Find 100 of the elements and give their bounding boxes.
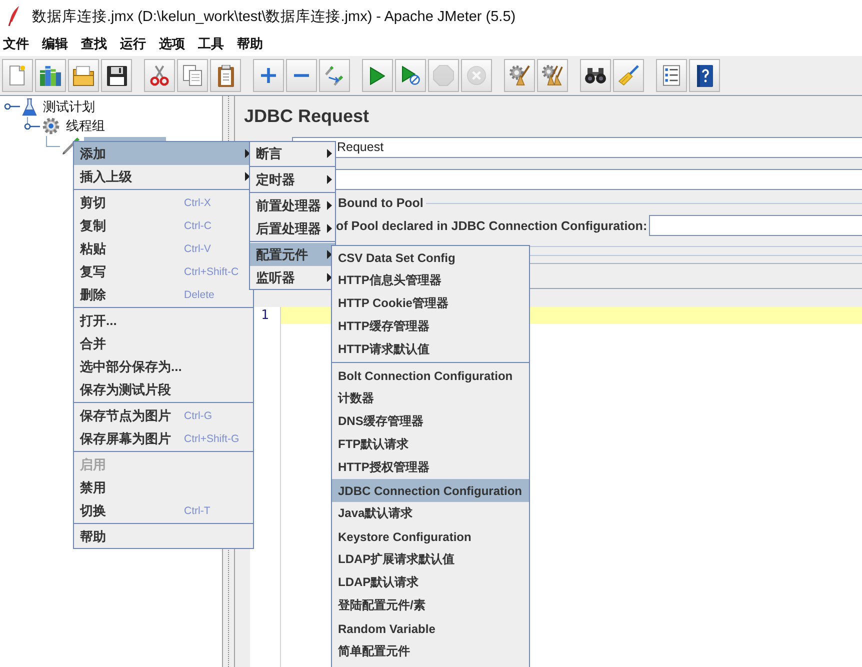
toggle-button[interactable] (319, 59, 350, 92)
copy-button[interactable] (177, 59, 208, 92)
menu-item[interactable]: Keystore Configuration (332, 525, 529, 548)
menu-item[interactable]: 复写 Ctrl+Shift-C (74, 260, 253, 283)
window-title: 数据库连接.jmx (D:\kelun_work\test\数据库连接.jmx) - Apache JMeter (5.5) (32, 8, 516, 26)
plus-icon (261, 68, 276, 83)
menu-bar-item[interactable]: 选项 (159, 35, 185, 53)
play-slash-icon (402, 66, 420, 85)
play-icon (370, 66, 385, 84)
menu-item[interactable]: 复制 Ctrl-C (74, 214, 253, 237)
menu-bar-item[interactable]: 帮助 (237, 35, 263, 53)
menu-item[interactable]: 保存为测试片段 (74, 378, 253, 401)
templates-button[interactable] (35, 59, 66, 92)
clear-button[interactable] (504, 59, 535, 92)
menu-item[interactable]: 计数器 (332, 387, 529, 410)
stop-sign-icon (433, 65, 454, 86)
menu-item[interactable]: LDAP默认请求 (332, 571, 529, 594)
menu-item[interactable]: Random Variable (332, 617, 529, 640)
menu-item[interactable]: 前置处理器 (250, 194, 335, 217)
collapse-all-button[interactable] (286, 59, 317, 92)
binoculars-icon (585, 68, 606, 84)
menu-item[interactable]: HTTP请求默认值 (332, 338, 529, 361)
panel-title: JDBC Request (244, 105, 370, 127)
menu-item[interactable]: CSV Data Set Config (332, 246, 529, 269)
tree-item[interactable]: 线程组 (64, 117, 107, 136)
menu-item[interactable]: 粘贴 Ctrl-V (74, 237, 253, 260)
scissors-icon (150, 65, 169, 86)
shortcut-label: Delete (184, 288, 214, 300)
shortcut-label: Ctrl+Shift-C (184, 266, 239, 278)
menu-item[interactable]: 保存屏幕为图片 Ctrl+Shift-G (74, 427, 253, 450)
menu-bar-item[interactable]: 编辑 (42, 35, 68, 53)
menu-bar-item[interactable]: 运行 (120, 35, 146, 53)
menu-item[interactable]: 打开... (74, 309, 253, 332)
line-number: 1 (261, 308, 269, 323)
field-label: of Pool declared in JDBC Connection Configuration: (336, 218, 648, 232)
menu-item[interactable]: Java默认请求 (332, 502, 529, 525)
help-button[interactable] (689, 59, 720, 92)
menu-item[interactable]: 删除 Delete (74, 283, 253, 306)
start-button[interactable] (362, 59, 393, 92)
menu-item[interactable]: 切换 Ctrl-T (74, 499, 253, 522)
group-title: Bound to Pool (338, 196, 424, 210)
menu-item[interactable]: HTTP信息头管理器 (332, 269, 529, 292)
menu-bar-item[interactable]: 工具 (198, 35, 224, 53)
menu-item[interactable]: HTTP授权管理器 (332, 456, 529, 479)
menu-item[interactable]: 简单配置元件 (332, 640, 529, 663)
tree-line (46, 136, 60, 147)
menu-item[interactable]: 剪切 Ctrl-X (74, 191, 253, 214)
menu-item[interactable]: FTP默认请求 (332, 433, 529, 456)
broom-icon (618, 65, 639, 86)
flask-icon (22, 98, 37, 116)
gear-icon (42, 117, 60, 136)
menu-item[interactable]: 后置处理器 (250, 217, 335, 240)
menu-item[interactable]: 定时器 (250, 168, 335, 191)
start-no-pauses-button[interactable] (395, 59, 426, 92)
menu-item[interactable]: 禁用 (74, 476, 253, 499)
menu-item[interactable]: JDBC Connection Configuration (332, 479, 529, 502)
clipboard-icon (218, 64, 234, 86)
clear-all-button[interactable] (537, 59, 568, 92)
menu-bar-item[interactable]: 文件 (3, 35, 29, 53)
pool-name-field[interactable] (649, 215, 862, 236)
copy-icon (183, 65, 202, 86)
shortcut-label: Ctrl-T (184, 504, 210, 516)
help-icon (696, 64, 712, 86)
function-helper-button[interactable] (656, 59, 687, 92)
expand-all-button[interactable] (253, 59, 284, 92)
menu-item[interactable]: 选中部分保存为... (74, 355, 253, 378)
shortcut-label: Ctrl-X (184, 196, 211, 208)
menu-item[interactable]: 监听器 (250, 266, 335, 289)
folder-icon (73, 66, 94, 86)
name-field[interactable]: Request (292, 137, 862, 158)
new-button[interactable] (2, 59, 33, 92)
shortcut-label: Ctrl-V (184, 242, 211, 254)
x-circle-icon (467, 66, 486, 85)
menu-item[interactable]: Bolt Connection Configuration (332, 364, 529, 387)
shortcut-label: Ctrl-C (184, 220, 212, 232)
search-button[interactable] (580, 59, 611, 92)
books-icon (40, 66, 61, 86)
list-icon (663, 65, 680, 86)
menu-item[interactable]: HTTP缓存管理器 (332, 315, 529, 338)
minus-icon (294, 74, 309, 77)
menu-item[interactable]: 配置元件 (250, 243, 335, 266)
cut-button[interactable] (144, 59, 175, 92)
tree-item[interactable]: 测试计划 (41, 98, 97, 116)
feather-icon (8, 6, 20, 26)
paste-button[interactable] (210, 59, 241, 92)
menu-item[interactable]: 插入上级 (74, 165, 253, 188)
menu-item[interactable]: LDAP扩展请求默认值 (332, 548, 529, 571)
menu-item[interactable]: 合并 (74, 332, 253, 355)
menu-bar-item[interactable]: 查找 (81, 35, 107, 53)
menu-item[interactable]: DNS缓存管理器 (332, 410, 529, 433)
save-button[interactable] (101, 59, 132, 92)
pens-arrow-icon (325, 65, 344, 86)
menu-item[interactable]: 帮助 (74, 525, 253, 548)
open-button[interactable] (68, 59, 99, 92)
shortcut-label: Ctrl+Shift-G (184, 432, 240, 444)
menu-item[interactable]: 登陆配置元件/素 (332, 594, 529, 617)
shortcut-label: Ctrl-G (184, 410, 212, 422)
gear-broom-icon (509, 65, 530, 86)
menu-item[interactable]: 保存节点为图片 Ctrl-G (74, 404, 253, 427)
gear-brooms-icon (542, 65, 563, 86)
